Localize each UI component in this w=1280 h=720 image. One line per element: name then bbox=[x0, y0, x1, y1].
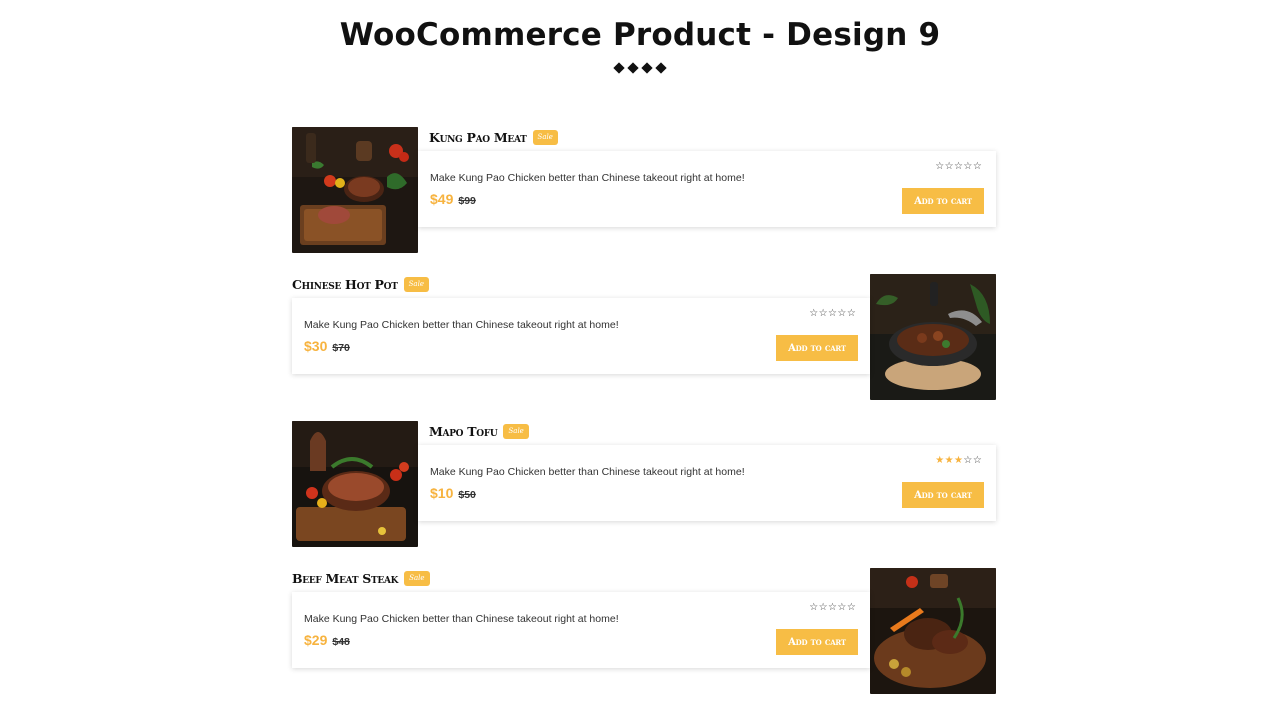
title-divider bbox=[0, 62, 1280, 74]
product-title-row: Chinese Hot Pot Sale bbox=[292, 275, 429, 293]
product-card: Mapo Tofu Sale Make Kung Pao Chicken bet… bbox=[292, 421, 996, 547]
product-title-row: Beef Meat Steak Sale bbox=[292, 569, 430, 587]
price-group: $30 $70 bbox=[304, 338, 350, 354]
product-description: Make Kung Pao Chicken better than Chines… bbox=[430, 172, 745, 184]
star-icon: ☆ bbox=[837, 308, 847, 319]
regular-price: $99 bbox=[458, 195, 476, 207]
product-image[interactable] bbox=[870, 568, 996, 694]
star-icon: ☆ bbox=[846, 602, 856, 613]
star-icon: ☆ bbox=[972, 455, 982, 466]
page: WooCommerce Product - Design 9 Kung Pao … bbox=[0, 0, 1280, 720]
product-title-row: Kung Pao Meat Sale bbox=[429, 128, 558, 146]
add-to-cart-button[interactable]: Add to cart bbox=[776, 335, 858, 361]
sale-price: $10 bbox=[430, 485, 454, 501]
product-info-panel: Make Kung Pao Chicken better than Chines… bbox=[292, 592, 870, 668]
product-card: Beef Meat Steak Sale Make Kung Pao Chick… bbox=[292, 568, 996, 694]
sale-badge: Sale bbox=[532, 129, 558, 145]
sale-badge: Sale bbox=[404, 570, 430, 586]
product-name[interactable]: Mapo Tofu bbox=[429, 424, 498, 439]
star-icon: ☆ bbox=[809, 308, 819, 319]
product-image[interactable] bbox=[292, 421, 418, 547]
star-rating: ☆ ☆ ☆ ☆ ☆ bbox=[809, 309, 856, 319]
star-icon: ☆ bbox=[944, 161, 954, 172]
star-icon: ★ bbox=[935, 455, 945, 466]
product-name[interactable]: Beef Meat Steak bbox=[292, 571, 398, 586]
product-card: Kung Pao Meat Sale Make Kung Pao Chicken… bbox=[292, 127, 996, 253]
star-icon: ☆ bbox=[972, 161, 982, 172]
add-to-cart-button[interactable]: Add to cart bbox=[776, 629, 858, 655]
product-description: Make Kung Pao Chicken better than Chines… bbox=[304, 613, 619, 625]
star-rating: ☆ ☆ ☆ ☆ ☆ bbox=[935, 162, 982, 172]
diamond-icon bbox=[655, 62, 667, 74]
star-icon: ☆ bbox=[935, 161, 945, 172]
star-icon: ☆ bbox=[828, 308, 837, 319]
sale-price: $49 bbox=[430, 191, 454, 207]
sale-price: $29 bbox=[304, 632, 328, 648]
page-title: WooCommerce Product - Design 9 bbox=[339, 17, 941, 53]
star-icon: ☆ bbox=[809, 602, 819, 613]
product-info-panel: Make Kung Pao Chicken better than Chines… bbox=[292, 298, 870, 374]
price-group: $29 $48 bbox=[304, 632, 350, 648]
price-group: $10 $50 bbox=[430, 485, 476, 501]
product-card: Chinese Hot Pot Sale Make Kung Pao Chick… bbox=[292, 274, 996, 400]
star-icon: ☆ bbox=[828, 602, 837, 613]
diamond-icon bbox=[613, 62, 625, 74]
diamond-icon bbox=[641, 62, 653, 74]
add-to-cart-button[interactable]: Add to cart bbox=[902, 188, 984, 214]
product-description: Make Kung Pao Chicken better than Chines… bbox=[304, 319, 619, 331]
price-group: $49 $99 bbox=[430, 191, 476, 207]
star-icon: ☆ bbox=[837, 602, 847, 613]
add-to-cart-button[interactable]: Add to cart bbox=[902, 482, 984, 508]
sale-price: $30 bbox=[304, 338, 328, 354]
product-name[interactable]: Kung Pao Meat bbox=[429, 130, 527, 145]
star-rating: ☆ ☆ ☆ ☆ ☆ bbox=[809, 603, 856, 613]
product-title-row: Mapo Tofu Sale bbox=[429, 422, 529, 440]
product-image[interactable] bbox=[292, 127, 418, 253]
product-info-panel: Make Kung Pao Chicken better than Chines… bbox=[418, 151, 996, 227]
star-icon: ☆ bbox=[846, 308, 856, 319]
regular-price: $48 bbox=[332, 636, 350, 648]
star-icon: ☆ bbox=[818, 308, 828, 319]
star-icon: ☆ bbox=[963, 455, 973, 466]
sale-badge: Sale bbox=[403, 276, 429, 292]
diamond-icon bbox=[627, 62, 639, 74]
product-info-panel: Make Kung Pao Chicken better than Chines… bbox=[418, 445, 996, 521]
product-description: Make Kung Pao Chicken better than Chines… bbox=[430, 466, 745, 478]
star-icon: ★ bbox=[954, 455, 963, 466]
product-image[interactable] bbox=[870, 274, 996, 400]
star-icon: ★ bbox=[944, 455, 954, 466]
sale-badge: Sale bbox=[503, 423, 529, 439]
regular-price: $50 bbox=[458, 489, 476, 501]
star-icon: ☆ bbox=[963, 161, 973, 172]
star-rating: ★ ★ ★ ☆ ☆ bbox=[935, 456, 982, 466]
star-icon: ☆ bbox=[954, 161, 963, 172]
product-name[interactable]: Chinese Hot Pot bbox=[292, 277, 398, 292]
star-icon: ☆ bbox=[818, 602, 828, 613]
regular-price: $70 bbox=[332, 342, 350, 354]
